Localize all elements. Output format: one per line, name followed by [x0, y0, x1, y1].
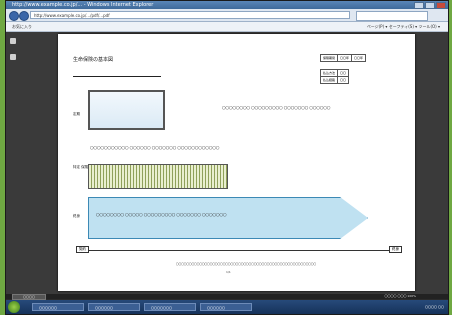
forward-icon[interactable] — [19, 11, 29, 21]
document-title: 生命保険の基本図 — [73, 57, 114, 63]
row-label-special: 特定 保険 — [73, 165, 89, 169]
table-cell: 〇〇年 — [337, 54, 353, 62]
row-label-term: 定期 — [73, 112, 80, 116]
info-table-2: 払込方法 〇〇 払込経路 〇〇 — [319, 69, 350, 84]
favorites-button[interactable]: お気に入り — [12, 22, 32, 31]
table-row: 払込経路 〇〇 — [319, 76, 350, 84]
viewer-status-bar: 〇〇〇〇 〇〇〇〇 〇〇〇 100% — [6, 294, 448, 300]
minimize-button[interactable] — [414, 2, 424, 9]
table-cell: 〇〇 — [337, 69, 350, 77]
table-cell: 払込経路 — [319, 76, 339, 84]
table-cell: 〇〇 — [337, 76, 350, 84]
timeline-axis — [82, 250, 398, 251]
whole-life-arrow — [88, 197, 368, 239]
window-title: http://www.example.co.jp/... - Windows I… — [12, 2, 154, 8]
start-button[interactable] — [8, 301, 20, 313]
pdf-page: 生命保険の基本図 保険期間 〇〇年 〇〇年 払込方法 〇〇 払込経路 〇〇 定期… — [58, 34, 415, 291]
window-controls — [414, 2, 446, 9]
info-table: 保険期間 〇〇年 〇〇年 — [319, 54, 367, 62]
special-coverage-box — [88, 164, 228, 189]
term-coverage-text: 〇〇〇〇〇〇〇〇 〇〇〇〇〇〇〇〇〇 〇〇〇〇〇〇〇 〇〇〇〇〇〇 — [222, 106, 331, 110]
term-coverage-box — [88, 90, 165, 130]
screen: http://www.example.co.jp/... - Windows I… — [5, 0, 449, 315]
viewer-side-tools — [10, 38, 18, 70]
window-titlebar: http://www.example.co.jp/... - Windows I… — [6, 1, 448, 9]
close-button[interactable] — [436, 2, 446, 9]
navigation-bar: http://www.example.co.jp/.../pdf/...pdf — [6, 9, 448, 22]
taskbar-button[interactable]: 〇〇〇〇〇〇 — [32, 303, 84, 311]
table-cell: 保険期間 — [319, 54, 339, 62]
attachment-icon[interactable] — [10, 54, 16, 60]
address-bar[interactable]: http://www.example.co.jp/.../pdf/...pdf — [30, 11, 350, 19]
command-bar: お気に入り ページ(P) ▾ セーフティ(S) ▾ ツール(O) ▾ — [6, 22, 448, 32]
taskbar-button[interactable]: 〇〇〇〇〇〇 — [200, 303, 252, 311]
axis-end-label: 終身 — [389, 246, 402, 253]
system-tray: 〇〇〇〇 〇〇 — [425, 305, 444, 309]
taskbar-button[interactable]: 〇〇〇〇〇〇 — [88, 303, 140, 311]
command-menu[interactable]: ページ(P) ▾ セーフティ(S) ▾ ツール(O) ▾ — [367, 22, 440, 31]
table-cell: 〇〇年 — [351, 54, 367, 62]
page-number: 1/1 — [226, 270, 231, 274]
row-label-whole-life: 終身 — [73, 214, 80, 218]
whole-life-text: 〇〇〇〇〇〇〇〇 〇〇〇〇〇 〇〇〇〇〇〇〇〇〇 〇〇〇〇〇〇〇 〇〇〇〇〇〇〇 — [96, 213, 227, 217]
taskbar: 〇〇〇〇〇〇 〇〇〇〇〇〇 〇〇〇〇〇〇〇 〇〇〇〇〇〇 〇〇〇〇 〇〇 — [6, 300, 448, 314]
axis-start-label: 契約 — [76, 246, 89, 253]
pdf-viewer: 生命保険の基本図 保険期間 〇〇年 〇〇年 払込方法 〇〇 払込経路 〇〇 定期… — [6, 32, 448, 294]
back-icon[interactable] — [9, 11, 19, 21]
maximize-button[interactable] — [425, 2, 435, 9]
taskbar-button[interactable]: 〇〇〇〇〇〇〇 — [144, 303, 196, 311]
title-underline — [73, 76, 161, 77]
table-row: 保険期間 〇〇年 〇〇年 — [319, 54, 367, 62]
table-row: 払込方法 〇〇 — [319, 69, 350, 77]
special-coverage-text: 〇〇〇〇〇〇〇〇〇〇〇 〇〇〇〇〇〇 〇〇〇〇〇〇〇 〇〇〇〇〇〇〇〇〇〇〇〇 — [90, 146, 220, 150]
zoom-status[interactable]: 〇〇〇〇 〇〇〇 100% — [385, 294, 416, 299]
table-cell: 払込方法 — [319, 69, 339, 77]
search-input[interactable] — [356, 11, 428, 21]
pages-icon[interactable] — [10, 38, 16, 44]
footnote: 〇〇〇〇〇〇〇〇〇〇〇〇〇〇〇〇〇〇〇〇〇〇〇〇〇〇〇〇〇〇〇〇〇〇〇〇〇〇〇〇… — [176, 263, 317, 266]
